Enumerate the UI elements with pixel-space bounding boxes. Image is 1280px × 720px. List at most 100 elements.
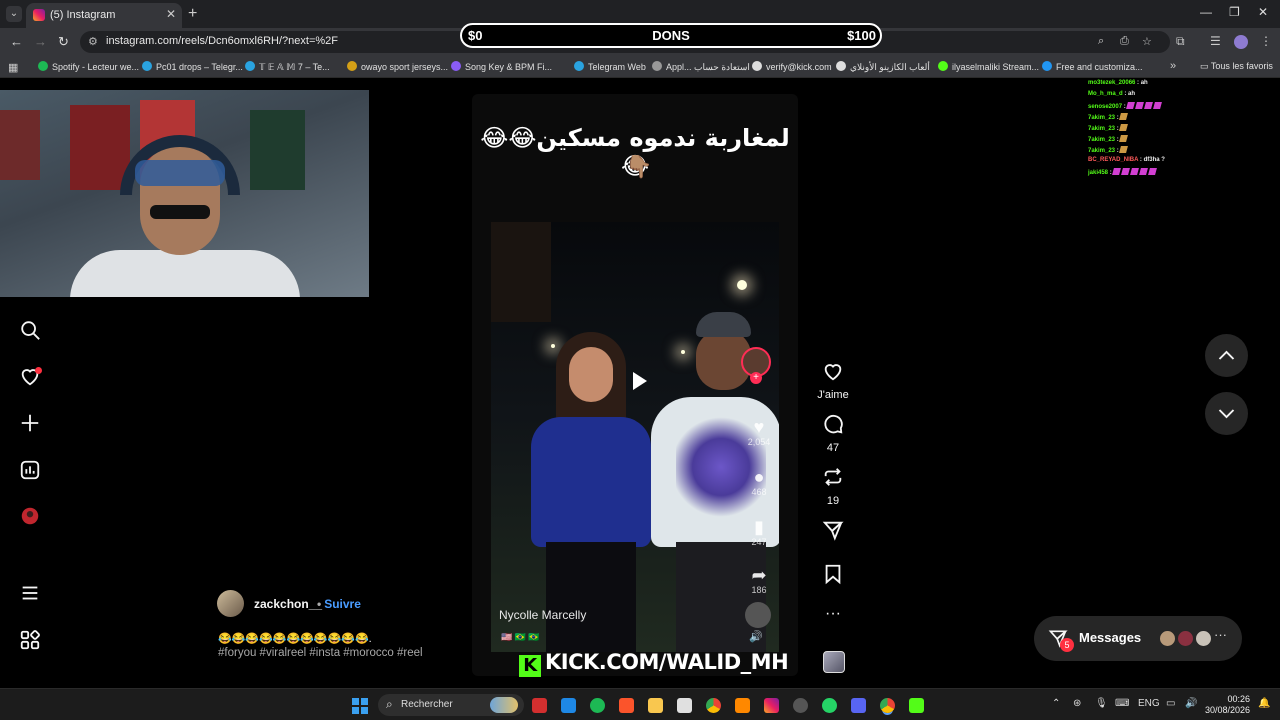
tray-app-icon[interactable]: ⊛ xyxy=(1073,698,1081,709)
messages-button[interactable]: 5 Messages ··· xyxy=(1034,616,1242,661)
bookmarks-overflow-icon[interactable]: » xyxy=(1170,60,1176,72)
sidenav-notifications[interactable] xyxy=(14,365,46,397)
taskbar-store-icon[interactable] xyxy=(677,698,692,713)
embedded-flags: 🇺🇸 🇧🇷 🇧🇷 xyxy=(501,632,540,642)
taskbar-defender-icon[interactable] xyxy=(561,698,576,713)
taskbar-obs-icon[interactable] xyxy=(793,698,808,713)
save-button[interactable] xyxy=(816,563,850,590)
display-icon[interactable]: ▭ xyxy=(1166,698,1175,709)
reel-video-player[interactable]: لمغاربة ندموه مسكين😂😂😂 👇🏽 + ♥ 2,054 ● 468 … xyxy=(472,94,798,676)
more-options-icon[interactable]: ··· xyxy=(816,605,850,623)
bookmark-item[interactable]: Song Key & BPM Fi... xyxy=(451,61,552,75)
bookmark-item[interactable]: owayo sport jerseys... xyxy=(347,61,448,75)
taskbar-kick-icon[interactable] xyxy=(909,698,924,713)
bookmark-star-icon[interactable]: ☆ xyxy=(1142,35,1152,48)
language-indicator[interactable]: ENG xyxy=(1138,698,1160,709)
embedded-save-stat: ▮ 247 xyxy=(751,517,767,547)
previous-reel-button[interactable] xyxy=(1205,334,1248,377)
share-button[interactable] xyxy=(816,519,850,546)
chevron-down-icon xyxy=(1218,409,1235,419)
taskbar-search-label: Rechercher xyxy=(401,699,453,710)
conversation-avatar xyxy=(1158,629,1177,648)
bookmark-item[interactable]: Telegram Web xyxy=(574,61,646,75)
chrome-menu-icon[interactable]: ⋮ xyxy=(1260,34,1272,48)
taskbar-spotify-icon[interactable] xyxy=(590,698,605,713)
bookmark-item[interactable]: Spotify - Lecteur we... xyxy=(38,61,139,75)
bookmark-item[interactable]: ilyaselmaliki Stream... xyxy=(938,61,1039,75)
minimize-button[interactable]: — xyxy=(1200,5,1212,19)
reel-frame: + ♥ 2,054 ● 468 ▮ 247 ➦ 186 Nycolle Marcelly… xyxy=(491,222,779,652)
bookmark-item[interactable]: Appl... استعادة حساب xyxy=(652,61,750,75)
all-bookmarks-folder[interactable]: ▭ Tous les favoris xyxy=(1200,61,1273,72)
search-icon xyxy=(21,321,40,340)
system-clock[interactable]: 00:26 30/08/2026 xyxy=(1205,694,1250,716)
profile-avatar[interactable] xyxy=(1234,35,1248,49)
windows-taskbar: ⌕ Rechercher ⌃ ⊛ 🎙 ⌨ ENG ▭ 🔊 00:26 30/08… xyxy=(0,688,1280,720)
volume-icon[interactable]: 🔊 xyxy=(1185,698,1197,709)
bookmark-item[interactable]: ألعاب الكازينو الأونلاي xyxy=(836,61,930,75)
sidenav-profile[interactable] xyxy=(14,505,46,537)
taskbar-whatsapp-icon[interactable] xyxy=(822,698,837,713)
original-audio-thumbnail[interactable] xyxy=(823,651,845,673)
taskbar-chrome-active-icon[interactable] xyxy=(880,698,895,713)
comment-count: 47 xyxy=(826,442,840,454)
apps-grid-icon[interactable]: ▦ xyxy=(8,61,18,74)
new-tab-button[interactable]: + xyxy=(188,5,197,23)
start-button[interactable] xyxy=(352,698,368,714)
comment-icon xyxy=(824,414,843,434)
forward-button[interactable]: → xyxy=(34,34,47,49)
next-reel-button[interactable] xyxy=(1205,392,1248,435)
volume-icon[interactable]: 🔊 xyxy=(749,630,763,643)
close-window-button[interactable]: ✕ xyxy=(1258,5,1268,19)
comment-button[interactable]: 47 xyxy=(816,413,850,454)
sidenav-search[interactable] xyxy=(14,319,46,351)
site-info-icon[interactable]: ⚙ xyxy=(88,35,98,48)
reading-list-icon[interactable]: ☰ xyxy=(1210,34,1221,48)
reload-button[interactable]: ↻ xyxy=(58,34,69,50)
extensions-icon[interactable]: ⧉ xyxy=(1176,34,1185,49)
taskbar-vlc-icon[interactable] xyxy=(735,698,750,713)
microphone-icon[interactable]: 🎙 xyxy=(1095,698,1108,709)
back-button[interactable]: ← xyxy=(10,34,23,49)
sidenav-create[interactable] xyxy=(14,412,46,444)
taskbar-brave-icon[interactable] xyxy=(619,698,634,713)
bookmark-item[interactable]: Pc01 drops – Telegr... xyxy=(142,61,243,75)
caption-hashtags[interactable]: #foryou #viralreel #insta #morocco #reel xyxy=(218,647,423,659)
chat-message: mo3tezek_20066 : ah xyxy=(1088,80,1148,86)
taskbar-explorer-icon[interactable] xyxy=(648,698,663,713)
sidenav-apps[interactable] xyxy=(14,629,46,661)
keyboard-icon[interactable]: ⌨ xyxy=(1115,698,1129,709)
tab-close-icon[interactable]: ✕ xyxy=(166,7,176,21)
bookmark-item[interactable]: verify@kick.com xyxy=(752,61,832,75)
follow-button[interactable]: • Suivre xyxy=(317,597,361,611)
tray-overflow-icon[interactable]: ⌃ xyxy=(1052,698,1060,709)
like-button[interactable]: J'aime xyxy=(816,360,850,401)
install-app-icon[interactable]: ⎙ xyxy=(1120,35,1129,48)
taskbar-chrome-icon[interactable] xyxy=(706,698,721,713)
bookmark-item[interactable]: Free and customiza... xyxy=(1042,61,1143,75)
zoom-icon[interactable]: ⌕ xyxy=(1098,35,1104,48)
chevron-up-icon xyxy=(1218,350,1235,360)
kick-stream-link: K KICK.COM/WALID_MH xyxy=(519,650,789,678)
repost-button[interactable]: 19 xyxy=(816,466,850,507)
chat-message: 7akim_23 : xyxy=(1088,135,1278,146)
more-conversations-icon[interactable]: ··· xyxy=(1214,627,1227,642)
notifications-icon[interactable]: 🔔 xyxy=(1258,698,1270,709)
taskbar-search[interactable]: ⌕ Rechercher xyxy=(378,694,524,716)
url-text[interactable]: instagram.com/reels/Dcn6omxl6RH/?next=%2… xyxy=(106,35,338,47)
chat-message: 7akim_23 : xyxy=(1088,124,1278,135)
play-icon[interactable] xyxy=(633,372,647,390)
tab-search-button[interactable]: ⌄ xyxy=(6,6,22,22)
taskbar-discord-icon[interactable] xyxy=(851,698,866,713)
bookmark-item[interactable]: 𝕋 𝔼 𝔸 𝕄 7 – Te... xyxy=(245,61,330,75)
conversation-avatar xyxy=(1194,629,1213,648)
restore-button[interactable]: ❐ xyxy=(1229,5,1240,19)
tab-instagram[interactable]: (5) Instagram ✕ xyxy=(26,3,182,28)
sidenav-dashboard[interactable] xyxy=(14,459,46,491)
taskbar-instagram-icon[interactable] xyxy=(764,698,779,713)
clock-date: 30/08/2026 xyxy=(1205,705,1251,715)
author-username[interactable]: zackchon__ xyxy=(254,597,322,611)
sidenav-more[interactable] xyxy=(14,582,46,614)
author-avatar[interactable] xyxy=(217,590,244,617)
taskbar-app-icon[interactable] xyxy=(532,698,547,713)
